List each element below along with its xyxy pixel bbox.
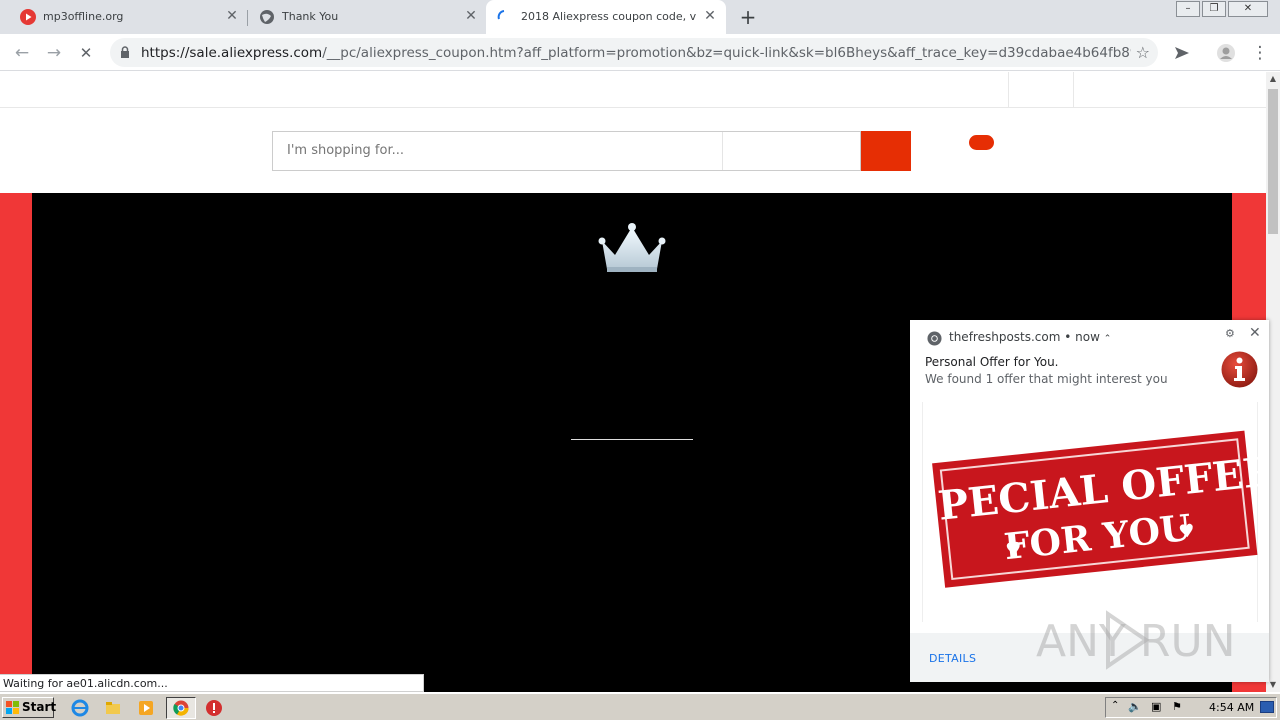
search-button[interactable]	[861, 131, 911, 171]
browser-toolbar: ← → ✕ https://sale.aliexpress.com/__pc/a…	[0, 34, 1280, 71]
anyrun-watermark: ANY RUN	[1036, 610, 1236, 670]
tab-aliexpress-coupon[interactable]: 2018 Aliexpress coupon code, vouch ✕	[486, 0, 726, 34]
folder-icon[interactable]	[104, 699, 122, 717]
notification-title: Personal Offer for You.	[925, 355, 1059, 369]
heart-icon: ♥	[1178, 520, 1196, 543]
start-label: Start	[22, 700, 57, 714]
notification-image: SPECIAL OFFER FOR YOU ♥ ♥	[907, 402, 1279, 622]
close-icon[interactable]: ✕	[1249, 325, 1261, 341]
taskbar-clock: 4:54 AM	[1209, 701, 1255, 714]
tab-title: 2018 Aliexpress coupon code, vouch	[521, 10, 696, 23]
tab-title: Thank You	[282, 10, 339, 23]
chrome-taskbar-button[interactable]	[166, 697, 196, 719]
url-path: /__pc/aliexpress_coupon.htm?aff_platform…	[322, 45, 1131, 61]
tab-title: mp3offline.org	[43, 10, 124, 23]
action-center-flag-icon[interactable]: ⚑	[1172, 700, 1182, 713]
back-button[interactable]: ←	[10, 41, 34, 65]
stop-button[interactable]: ✕	[74, 41, 98, 65]
start-button[interactable]: Start	[2, 697, 57, 718]
site-topbar	[0, 72, 1266, 108]
internet-explorer-icon[interactable]	[71, 699, 89, 717]
url-host: https://sale.aliexpress.com	[141, 45, 323, 61]
minimize-button[interactable]: –	[1176, 1, 1200, 17]
extension-icon[interactable]	[1172, 43, 1192, 63]
bookmark-star-icon[interactable]: ☆	[1136, 43, 1150, 62]
menu-kebab-icon[interactable]: ⋮	[1248, 41, 1272, 65]
window-controls: – ❐ ✕	[1174, 1, 1268, 17]
tab-mp3offline[interactable]: mp3offline.org ✕	[0, 0, 247, 34]
loading-line	[571, 439, 693, 440]
status-bubble: Waiting for ae01.alicdn.com...	[0, 674, 424, 692]
chrome-icon	[927, 331, 942, 346]
topbar-divider	[1008, 72, 1009, 108]
search-input[interactable]	[287, 143, 707, 158]
loading-spinner-icon	[497, 10, 505, 20]
notification-time: now	[1075, 330, 1100, 344]
address-bar[interactable]: https://sale.aliexpress.com/__pc/aliexpr…	[110, 38, 1158, 67]
info-icon	[1221, 351, 1258, 388]
crown-icon	[598, 223, 666, 272]
chrome-icon	[173, 700, 189, 716]
tab-thank-you[interactable]: Thank You ✕	[239, 0, 486, 34]
heart-icon: ♥	[1005, 539, 1023, 562]
tray-expand-icon[interactable]: ⌃	[1111, 700, 1119, 711]
scroll-up-icon[interactable]: ▲	[1266, 72, 1280, 86]
gear-icon[interactable]: ⚙	[1225, 327, 1235, 340]
watermark-text: ANY RUN	[1036, 616, 1236, 667]
status-text: Waiting for ae01.alicdn.com...	[3, 677, 168, 690]
network-icon[interactable]: ▣	[1151, 700, 1161, 713]
scroll-thumb[interactable]	[1268, 89, 1278, 234]
search-box	[272, 131, 861, 171]
category-divider	[722, 132, 723, 170]
notification-body: We found 1 offer that might interest you	[925, 372, 1168, 386]
tab-close-icon[interactable]: ✕	[702, 8, 718, 24]
media-player-icon[interactable]	[137, 699, 155, 717]
special-offer-stamp: SPECIAL OFFER FOR YOU ♥ ♥	[907, 430, 1279, 588]
security-alert-icon[interactable]	[205, 699, 223, 717]
windows-taskbar: Start ⌃ 🔈 ▣ ⚑ 4:54 AM	[0, 693, 1280, 720]
lock-icon	[121, 46, 129, 58]
tab-close-icon[interactable]: ✕	[463, 8, 479, 24]
close-window-button[interactable]: ✕	[1228, 1, 1268, 17]
forward-button[interactable]: →	[42, 41, 66, 65]
tab-close-icon[interactable]: ✕	[224, 8, 240, 24]
url-text[interactable]: https://sale.aliexpress.com/__pc/aliexpr…	[141, 45, 1131, 61]
tab-strip: mp3offline.org ✕ Thank You ✕ 2018 Aliexp…	[0, 0, 1280, 34]
windows-flag-icon	[6, 701, 19, 714]
details-button[interactable]: DETAILS	[929, 652, 976, 665]
new-tab-button[interactable]: +	[738, 7, 758, 27]
notification-header: thefreshposts.com • now ⌃	[949, 330, 1112, 344]
globe-icon	[260, 10, 274, 24]
show-desktop-icon[interactable]	[1260, 701, 1274, 713]
topbar-divider	[1073, 72, 1074, 108]
profile-avatar-icon[interactable]	[1216, 43, 1236, 63]
system-tray: ⌃ 🔈 ▣ ⚑ 4:54 AM	[1105, 697, 1277, 718]
red-play-icon	[20, 9, 36, 25]
promo-pill[interactable]	[969, 135, 994, 150]
notification-source: thefreshposts.com	[949, 330, 1061, 344]
volume-icon[interactable]: 🔈	[1128, 700, 1142, 713]
chevron-up-icon[interactable]: ⌃	[1104, 334, 1112, 344]
restore-button[interactable]: ❐	[1202, 1, 1226, 17]
